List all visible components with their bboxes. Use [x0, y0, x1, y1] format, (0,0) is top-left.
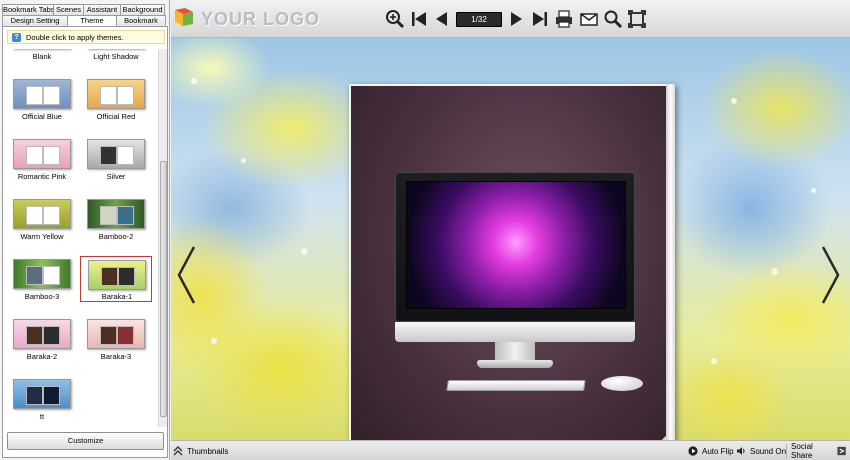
sound-label: Sound On — [750, 446, 787, 456]
social-share-label: Social Share — [791, 442, 813, 460]
theme-label: Baraka-3 — [100, 352, 132, 361]
page-indicator[interactable]: 1/32 — [456, 12, 502, 27]
logo-icon — [175, 8, 193, 26]
theme-bamboo-3[interactable]: Bamboo-3 — [6, 259, 78, 319]
theme-thumbnail — [87, 139, 145, 169]
theme-label: Warm Yellow — [20, 232, 64, 241]
theme-light-shadow[interactable]: Light Shadow — [80, 49, 152, 79]
theme-silver[interactable]: Silver — [80, 139, 152, 199]
theme-thumbnail — [13, 199, 71, 229]
tab-row-bottom: Design Setting Theme Bookmark — [2, 15, 166, 27]
fullscreen-icon[interactable] — [627, 9, 647, 29]
sound-button[interactable]: Sound On — [736, 444, 786, 458]
social-share-button[interactable]: Social Share — [791, 442, 850, 460]
print-icon[interactable] — [554, 9, 574, 29]
email-icon[interactable] — [579, 9, 599, 29]
theme-official-red[interactable]: Official Red — [80, 79, 152, 139]
left-settings-panel: Bookmark Tabs Scenes Assistant Backgroun… — [0, 0, 170, 460]
chevron-up-icon — [173, 446, 183, 456]
theme-label: Blank — [32, 52, 52, 61]
zoom-in-icon[interactable] — [385, 9, 405, 29]
thumbnails-button[interactable]: Thumbnails — [173, 444, 228, 458]
theme-baraka-2[interactable]: Baraka-2 — [6, 319, 78, 379]
theme-official-blue[interactable]: Official Blue — [6, 79, 78, 139]
theme-romantic-pink[interactable]: Romantic Pink — [6, 139, 78, 199]
info-icon: ? — [12, 32, 21, 42]
tab-row-top: Bookmark Tabs Scenes Assistant Backgroun… — [2, 4, 165, 15]
mouse-illustration — [601, 376, 643, 391]
tab-design-setting[interactable]: Design Setting — [2, 15, 68, 26]
theme-blank[interactable]: Blank — [6, 49, 78, 79]
theme-label: Official Red — [96, 112, 136, 121]
speaker-icon — [737, 447, 745, 455]
theme-label: Bamboo-3 — [24, 292, 60, 301]
theme-thumbnail — [87, 199, 145, 229]
background-scene — [171, 38, 850, 460]
monitor-stand — [495, 342, 535, 362]
monitor-chin — [395, 322, 635, 342]
thumbnails-label: Thumbnails — [187, 446, 229, 456]
tab-background[interactable]: Background — [120, 4, 165, 15]
theme-label: Baraka-2 — [26, 352, 58, 361]
book-page-edge — [666, 84, 675, 460]
theme-label: Bamboo-2 — [98, 232, 134, 241]
page-content — [351, 86, 666, 460]
hint-text: Double click to apply themes. — [26, 32, 124, 42]
monitor-base — [477, 360, 553, 368]
theme-list[interactable]: Blank Light Shadow Official Blue Officia… — [6, 49, 156, 427]
tab-assistant[interactable]: Assistant — [83, 4, 121, 15]
theme-label: Official Blue — [22, 112, 62, 121]
play-icon — [688, 446, 698, 456]
monitor-illustration — [395, 172, 635, 322]
divider — [786, 444, 787, 458]
monitor-screen-image — [406, 181, 626, 309]
theme-thumbnail — [88, 260, 146, 290]
theme-thumbnail — [13, 79, 71, 109]
tab-bookmark-tabs[interactable]: Bookmark Tabs — [2, 4, 54, 15]
logo-text: YOUR LOGO — [201, 9, 321, 29]
auto-flip-label: Auto Flip — [702, 446, 734, 456]
theme-baraka-1[interactable]: Baraka-1 — [80, 256, 152, 302]
next-page-icon[interactable] — [506, 9, 526, 29]
theme-bamboo-2[interactable]: Bamboo-2 — [80, 199, 152, 259]
theme-tab-content: ? Double click to apply themes. Blank Li… — [2, 26, 168, 458]
preview-toolbar: YOUR LOGO 1/32 — [171, 0, 850, 38]
theme-thumbnail — [13, 259, 71, 289]
theme-thumbnail — [87, 319, 145, 349]
theme-thumbnail — [87, 79, 145, 109]
theme-label: Baraka-1 — [101, 292, 133, 301]
customize-button[interactable]: Customize — [7, 432, 164, 450]
theme-label: Romantic Pink — [17, 172, 67, 181]
theme-label: Silver — [106, 172, 126, 181]
theme-thumbnail — [13, 319, 71, 349]
previous-arrow-icon[interactable] — [174, 243, 198, 307]
theme-warm-yellow[interactable]: Warm Yellow — [6, 199, 78, 259]
theme-thumbnail — [13, 139, 71, 169]
scrollbar-thumb[interactable] — [160, 161, 167, 417]
flipbook-preview: YOUR LOGO 1/32 Thumbnails Auto Flip Soun… — [171, 0, 850, 460]
next-arrow-icon[interactable] — [819, 243, 843, 307]
first-page-icon[interactable] — [409, 9, 429, 29]
theme-tt[interactable]: tt — [6, 379, 78, 427]
theme-label: tt — [39, 412, 45, 421]
auto-flip-button[interactable]: Auto Flip — [688, 444, 734, 458]
theme-label: Light Shadow — [93, 52, 139, 61]
search-icon[interactable] — [603, 9, 623, 29]
tab-bookmark[interactable]: Bookmark — [116, 15, 166, 26]
theme-list-scrollbar[interactable] — [158, 49, 167, 427]
previous-page-icon[interactable] — [432, 9, 452, 29]
share-icon — [837, 446, 846, 456]
last-page-icon[interactable] — [530, 9, 550, 29]
keyboard-illustration — [446, 380, 586, 391]
theme-thumbnail — [13, 379, 71, 409]
theme-baraka-3[interactable]: Baraka-3 — [80, 319, 152, 379]
tab-scenes[interactable]: Scenes — [53, 4, 84, 15]
preview-bottom-bar: Thumbnails Auto Flip Sound On Social Sha… — [171, 440, 850, 460]
book-page[interactable] — [349, 84, 675, 460]
hint-bar: ? Double click to apply themes. — [7, 30, 165, 44]
